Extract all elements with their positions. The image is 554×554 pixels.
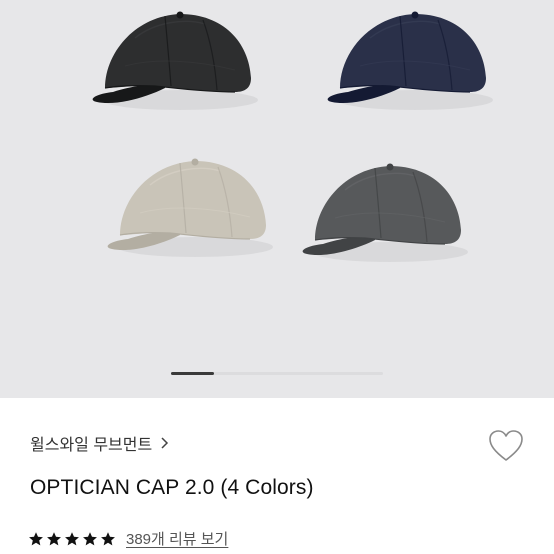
star-icon [83, 531, 97, 545]
cap-navy [327, 11, 493, 110]
star-icon [101, 531, 115, 545]
heart-outline-icon[interactable] [488, 429, 524, 463]
pager-active-indicator [171, 372, 214, 375]
star-rating [28, 531, 116, 547]
product-page: 윌스와일 무브먼트 OPTICIAN CAP 2.0 (4 Colors) 38… [0, 0, 554, 554]
cap-charcoal [302, 163, 468, 262]
brand-name: 윌스와일 무브먼트 [30, 437, 153, 454]
brand-link[interactable]: 윌스와일 무브먼트 [30, 431, 169, 455]
star-icon [47, 531, 61, 545]
product-title: OPTICIAN CAP 2.0 (4 Colors) [30, 476, 314, 499]
product-image-carousel[interactable] [0, 0, 554, 398]
review-link[interactable]: 389개 리뷰 보기 [126, 528, 228, 549]
chevron-right-icon [161, 437, 169, 449]
star-icon [29, 531, 43, 545]
cap-black [92, 11, 258, 110]
cap-beige [107, 158, 273, 257]
star-icon [65, 531, 79, 545]
product-image [92, 11, 493, 262]
carousel-pager[interactable] [171, 372, 383, 375]
rating-row: 389개 리뷰 보기 [28, 528, 228, 549]
